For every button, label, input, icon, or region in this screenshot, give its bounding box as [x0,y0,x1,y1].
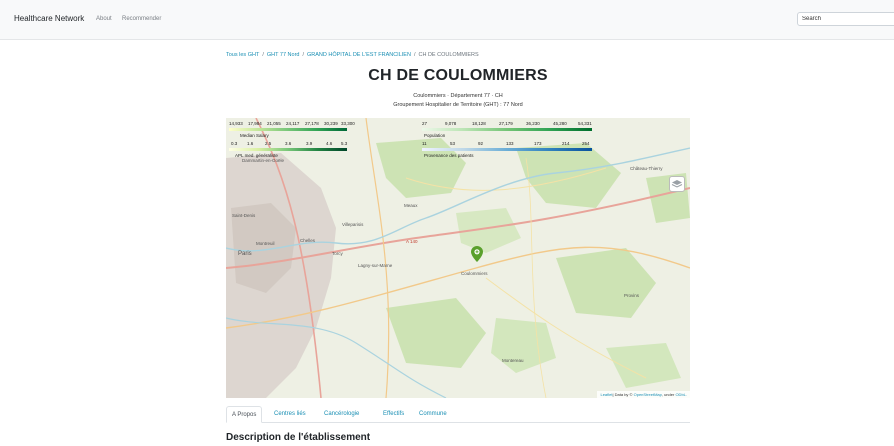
place-label: Coulommiers [461,271,488,276]
legend-tick: 45,280 [553,121,567,126]
legend-tick: 92 [478,141,484,146]
place-label: Provins [624,293,640,298]
legend-provenance-ticks: 11 53 92 133 173 214 254 [422,141,590,147]
legend-tick: 5.3 [341,141,348,146]
breadcrumb-separator: / [413,52,416,58]
legend-tick: 2.5 [265,141,272,146]
legend-tick: 4.6 [326,141,333,146]
legend-tick: 18,128 [472,121,486,126]
place-label: Montereau [502,358,524,363]
legend-tick: 3.6 [285,141,292,146]
legend-median-salary-bar [229,128,347,131]
section-heading: Description de l'établissement [226,432,371,443]
legend-median-salary-ticks: 14,933 17,984 21,055 24,117 27,178 30,23… [229,121,355,127]
breadcrumb: Tous les GHT / GHT 77 Nord / GRAND HÔPITAL D… [226,52,479,58]
legend-apl-bar [229,148,347,151]
place-label: Dammartin-en-Goële [242,158,285,163]
tab-bar: A Propos Centres liés Cancérologie Effec… [226,406,690,423]
place-label: Torcy [332,251,343,256]
attribution-under: , under [661,392,676,397]
place-label: Montreuil [256,241,275,246]
legend-tick: 133 [506,141,514,146]
map-attribution: Leaflet| Data by © OpenStreetMap, under … [597,391,690,398]
nav-about-link[interactable]: About [96,16,112,22]
legend-tick: 54,331 [578,121,592,126]
place-label: Meaux [404,203,418,208]
legend-tick: 27,179 [499,121,513,126]
legend-tick: 33,300 [341,121,355,126]
legend-tick: 0.3 [231,141,238,146]
breadcrumb-separator: / [302,52,304,58]
legend-tick: 11 [422,141,427,146]
tab-commune[interactable]: Commune [419,406,447,422]
legend-provenance-label: Provenance des patients [424,153,474,158]
place-label: Lagny-sur-Marne [358,263,393,268]
leaflet-link[interactable]: Leaflet [600,392,612,397]
ght-line: Groupement Hospitalier de Territoire (GH… [393,102,523,108]
nav-recommender-link[interactable]: Recommender [122,16,161,22]
legend-tick: 24,117 [286,121,300,126]
place-label: Chelles [300,238,316,243]
legend-population-bar [422,128,592,131]
legend-population-label: Population [424,133,446,138]
legend-tick: 27 [422,121,428,126]
place-label: Château-Thierry [630,166,663,171]
breadcrumb-ght-77-nord[interactable]: GHT 77 Nord [267,52,300,58]
legend-median-salary-label: Median Salary [240,133,269,138]
tab-centres-lies[interactable]: Centres liés [274,406,306,422]
legend-tick: 17,984 [248,121,262,126]
odbl-link[interactable]: ODbL. [675,392,687,397]
map-container[interactable]: 14,933 17,984 21,055 24,117 27,178 30,23… [226,118,690,398]
tab-effectifs[interactable]: Effectifs [383,406,404,422]
page-title: CH DE COULOMMIERS [368,67,548,84]
layers-icon [671,180,683,188]
legend-tick: 30,239 [324,121,338,126]
osm-link[interactable]: OpenStreetMap [634,392,662,397]
legend-population-ticks: 27 9,078 18,128 27,179 36,230 45,280 54,… [422,121,592,127]
search-input[interactable] [797,12,894,26]
legend-tick: 36,230 [526,121,540,126]
tab-cancerologie[interactable]: Cancérologie [324,406,359,422]
attribution-text: | Data by © [612,392,634,397]
legend-tick: 21,055 [267,121,281,126]
breadcrumb-ghef[interactable]: GRAND HÔPITAL DE L'EST FRANCILIEN [307,52,411,58]
layers-control-button[interactable] [669,176,685,192]
legend-apl-ticks: 0.3 1.6 2.5 3.6 3.9 4.6 5.3 [229,141,347,147]
place-label: Saint-Denis [232,213,256,218]
legend-tick: 27,178 [305,121,319,126]
breadcrumb-separator: / [262,52,264,58]
legend-tick: 53 [450,141,456,146]
breadcrumb-all-ght[interactable]: Tous les GHT [226,52,259,58]
place-label: Villeparisis [342,222,364,227]
map-pin-icon [471,246,483,262]
legend-tick: 1.6 [247,141,254,146]
legend-tick: 9,078 [445,121,457,126]
place-label: Paris [238,251,252,257]
hospital-marker-icon[interactable] [471,246,483,262]
top-navbar: Healthcare Network About Recommender [0,0,894,40]
road-label: A 140 [406,239,418,244]
legend-tick: 254 [582,141,590,146]
legend-tick: 173 [534,141,542,146]
page-subtitle: Coulommiers · Département 77 · CH [413,93,503,99]
legend-tick: 214 [562,141,570,146]
breadcrumb-current: CH DE COULOMMIERS [418,52,479,58]
legend-tick: 3.9 [306,141,313,146]
legend-tick: 14,933 [229,121,243,126]
map-tiles [226,118,690,398]
brand-link[interactable]: Healthcare Network [14,14,84,23]
tab-a-propos[interactable]: A Propos [226,406,263,423]
legend-provenance-bar [422,148,592,151]
